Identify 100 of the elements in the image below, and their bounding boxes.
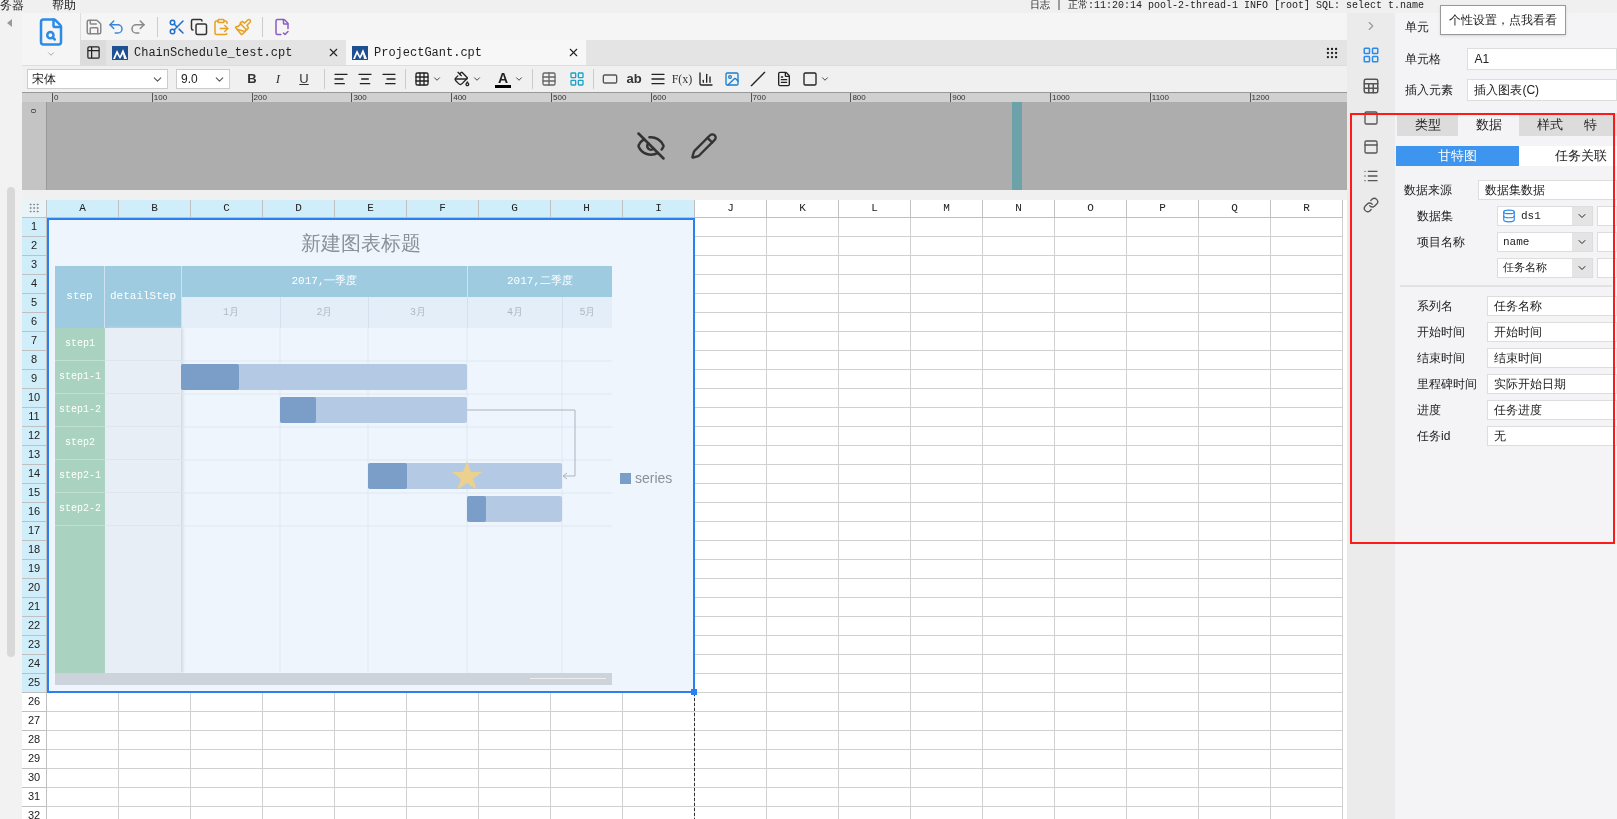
file-tab[interactable]: ProjectGant.cpt [346, 40, 586, 65]
gantt-bar[interactable] [368, 462, 562, 489]
text-box-icon[interactable] [602, 71, 618, 87]
field-label: 插入元素 [1405, 82, 1454, 99]
dropdown[interactable]: 任务名称 [1497, 258, 1593, 278]
cell-element-icon[interactable] [1362, 46, 1380, 64]
widget-icon[interactable] [1363, 139, 1379, 155]
redo-icon[interactable] [129, 17, 147, 36]
font-color-button[interactable]: A [494, 68, 512, 90]
link-icon[interactable] [1363, 197, 1379, 213]
caret-icon[interactable] [820, 74, 830, 84]
column-header[interactable]: L [839, 200, 911, 218]
chart-scrollbar[interactable] [55, 672, 612, 685]
align-center-icon[interactable] [357, 71, 373, 87]
close-icon[interactable] [567, 46, 580, 59]
property-tab[interactable]: 样式 [1519, 113, 1580, 136]
paragraph-icon[interactable] [650, 71, 666, 87]
column-header[interactable]: K [767, 200, 839, 218]
cell-attribute-icon[interactable] [1362, 77, 1380, 95]
size-select[interactable]: 9.0 [176, 69, 230, 89]
column-header[interactable]: I [623, 200, 695, 218]
task-label: step2-2 [59, 502, 101, 516]
column-header[interactable]: A [47, 200, 119, 218]
option-button[interactable] [1597, 258, 1617, 278]
source-field[interactable]: 数据集数据 [1478, 180, 1617, 200]
column-header[interactable]: M [911, 200, 983, 218]
column-header[interactable]: B [119, 200, 191, 218]
gantt-bar[interactable] [467, 495, 562, 522]
copy-icon[interactable] [190, 17, 208, 36]
merge-cells-icon[interactable] [541, 71, 557, 87]
field-label: 任务id [1417, 428, 1452, 445]
field-label: 单元格 [1405, 51, 1442, 68]
align-right-icon[interactable] [381, 71, 397, 87]
file-check-icon[interactable] [273, 17, 291, 36]
column-header[interactable]: F [407, 200, 479, 218]
column-header: step [66, 289, 93, 305]
quarter-label: 2017,二季度 [507, 273, 573, 289]
border-box-icon[interactable] [802, 71, 818, 87]
cell-grid[interactable] [695, 217, 1343, 819]
bar-chart-icon[interactable] [698, 71, 714, 87]
document-icon[interactable] [776, 71, 792, 87]
column-header[interactable]: G [479, 200, 551, 218]
slash-icon[interactable] [750, 71, 766, 87]
scrollbar[interactable] [7, 187, 15, 657]
italic-button[interactable]: I [266, 68, 290, 90]
formula-button[interactable]: F(x) [670, 68, 694, 90]
dropdown[interactable]: name [1497, 232, 1593, 252]
cell-field[interactable]: A1 [1467, 48, 1617, 70]
save-icon[interactable] [85, 17, 103, 36]
mapping-field[interactable]: 任务进度 [1487, 400, 1617, 420]
border-icon[interactable] [414, 71, 430, 87]
column-header[interactable]: O [1055, 200, 1127, 218]
mapping-field[interactable]: 实际开始日期 [1487, 374, 1617, 394]
pencil-icon[interactable] [690, 132, 718, 160]
mapping-field[interactable]: 任务名称 [1487, 296, 1617, 316]
cut-icon[interactable] [168, 17, 186, 36]
add-sheet-icon[interactable] [85, 45, 101, 60]
column-header[interactable]: P [1127, 200, 1199, 218]
database-icon [1502, 209, 1516, 223]
column-header[interactable]: H [551, 200, 623, 218]
column-header[interactable]: D [263, 200, 335, 218]
mapping-field[interactable]: 无 [1487, 426, 1617, 446]
bold-button[interactable]: B [240, 68, 264, 90]
gantt-bar[interactable] [181, 363, 467, 390]
option-button[interactable] [1597, 206, 1617, 226]
caret-icon[interactable] [514, 74, 524, 84]
frame-icon[interactable] [1363, 110, 1379, 126]
fill-bucket-icon[interactable] [454, 71, 470, 87]
option-button[interactable] [1597, 232, 1617, 252]
close-icon[interactable] [327, 46, 340, 59]
collapse-icon[interactable] [6, 19, 14, 27]
column-header[interactable]: N [983, 200, 1055, 218]
gantt-bar[interactable] [280, 396, 467, 423]
field-label: 里程碑时间 [1417, 376, 1478, 393]
task-label: step2-1 [59, 469, 101, 483]
caret-icon[interactable] [472, 74, 482, 84]
caret-icon[interactable] [432, 74, 442, 84]
column-header[interactable]: Q [1199, 200, 1271, 218]
align-left-icon[interactable] [333, 71, 349, 87]
insert-field[interactable]: 插入图表(C) [1467, 79, 1617, 101]
mapping-field[interactable]: 结束时间 [1487, 348, 1617, 368]
resize-handle[interactable] [691, 688, 697, 695]
text-field-button[interactable]: ab [622, 68, 646, 90]
column-header[interactable]: J [695, 200, 767, 218]
mapping-field[interactable]: 开始时间 [1487, 322, 1617, 342]
dropdown[interactable]: ds1 [1497, 206, 1593, 226]
column-header[interactable]: C [191, 200, 263, 218]
font-select[interactable]: 宋体 [27, 69, 168, 89]
undo-icon[interactable] [107, 17, 125, 36]
column-header[interactable]: R [1271, 200, 1343, 218]
eye-off-icon[interactable] [636, 131, 666, 161]
underline-button[interactable]: U [292, 68, 316, 90]
list-icon[interactable] [1363, 168, 1379, 184]
grid-icon[interactable] [569, 71, 585, 87]
column-header[interactable]: E [335, 200, 407, 218]
image-icon[interactable] [724, 71, 740, 87]
property-tab[interactable]: 类型 [1397, 113, 1458, 136]
chart-type-tab[interactable]: 任务关联 [1519, 146, 1617, 166]
cell-grid[interactable] [47, 692, 695, 819]
chart-title: 新建图表标题 [301, 230, 421, 256]
